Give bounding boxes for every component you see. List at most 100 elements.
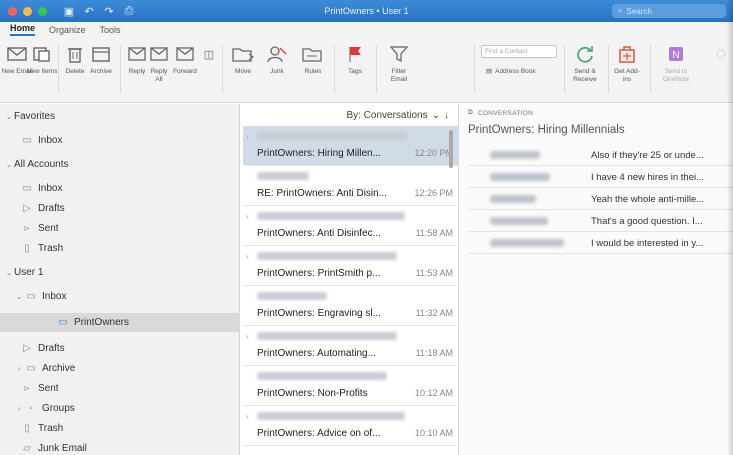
sync-icon: [574, 43, 596, 65]
message-item[interactable]: › PrintOwners: Hiring Millen... 12:20 PM: [243, 126, 459, 166]
sidebar-item-all-sent[interactable]: ▹ Sent: [20, 220, 58, 236]
message-subject: PrintOwners: Anti Disinfec...: [257, 228, 381, 239]
undo-icon[interactable]: ↶: [83, 5, 95, 18]
folder-label: Sent: [38, 382, 59, 394]
conversation-message-row[interactable]: Yeah the whole anti-mille...: [468, 188, 733, 210]
close-window-button[interactable]: [8, 6, 17, 16]
chevron-right-icon: ›: [246, 212, 249, 221]
drafts-icon: ▷: [23, 202, 31, 214]
conversation-message-row[interactable]: Also if they're 25 or unde...: [468, 144, 733, 166]
sidebar-item-user-groups[interactable]: › ◦ Groups: [14, 400, 75, 416]
tab-organize[interactable]: Organize: [49, 25, 86, 35]
find-contact-input[interactable]: Find a Contact: [481, 45, 557, 58]
sort-control[interactable]: By: Conversations ⌄ ↓: [243, 104, 459, 126]
delete-button[interactable]: Delete: [62, 43, 88, 76]
junk-button[interactable]: Junk: [262, 43, 292, 76]
sender-redacted: [257, 172, 309, 180]
folder-label: Trash: [38, 242, 64, 254]
message-time: 11:53 AM: [415, 268, 453, 278]
message-item[interactable]: › PrintOwners: Advice on of... 10:10 AM: [243, 406, 459, 446]
user-account-group[interactable]: ⌄ User 1: [4, 264, 44, 280]
send-to-onenote-button[interactable]: N Send to OneNote: [656, 43, 696, 84]
filter-email-button[interactable]: Filter Email: [381, 43, 417, 84]
conversation-message-row[interactable]: I would be interested in y...: [468, 232, 733, 254]
folder-pane: ⌄ Favorites ▭ Inbox ⌄ All Accounts ▭ Inb…: [0, 104, 240, 455]
meeting-icon[interactable]: ◫: [198, 43, 220, 65]
sidebar-item-user-archive[interactable]: › ▭ Archive: [14, 360, 76, 376]
address-book-button[interactable]: ▤ Address Book: [486, 67, 536, 76]
sort-label: By: Conversations: [346, 109, 428, 121]
conversation-message-row[interactable]: That's a good question. I...: [468, 210, 733, 232]
new-items-button[interactable]: New Items: [27, 43, 57, 76]
sidebar-item-user-inbox[interactable]: ⌄ ▭ Inbox: [14, 288, 67, 304]
get-addins-button[interactable]: Get Add-ins: [612, 43, 642, 84]
sidebar-item-all-inbox[interactable]: ▭ Inbox: [20, 180, 62, 196]
chevron-down-icon: ⌄: [5, 267, 13, 277]
message-subject: PrintOwners: Non-Profits: [257, 388, 368, 399]
reply-all-button[interactable]: Reply All: [148, 43, 170, 84]
message-list-scrollbar[interactable]: [449, 130, 453, 168]
search-input[interactable]: ⌕ Search: [612, 4, 726, 18]
sidebar-item-user-trash[interactable]: ▯ Trash: [20, 420, 63, 436]
print-icon[interactable]: ⎙: [123, 5, 135, 18]
ribbon-divider: [222, 45, 223, 93]
junk-label: Junk: [270, 68, 284, 75]
all-accounts-group[interactable]: ⌄ All Accounts: [4, 156, 69, 172]
message-item[interactable]: › PrintOwners: Anti Disinfec... 11:58 AM: [243, 206, 459, 246]
move-label: Move: [235, 68, 251, 75]
message-subject: PrintOwners: Engraving sl...: [257, 308, 381, 319]
move-button[interactable]: Move: [228, 43, 258, 76]
ribbon-divider: [474, 45, 475, 93]
send-receive-button[interactable]: Send & Receive: [568, 43, 602, 84]
message-item[interactable]: › PrintOwners: Automating... 11:18 AM: [243, 326, 459, 366]
forward-button[interactable]: Forward: [170, 43, 200, 76]
trash-icon: [64, 43, 86, 65]
window-edge-shadow: [727, 0, 733, 455]
tab-tools[interactable]: Tools: [100, 25, 121, 35]
sidebar-item-favorites-inbox[interactable]: ▭ Inbox: [20, 132, 62, 148]
sidebar-item-all-trash[interactable]: ▯ Trash: [20, 240, 63, 256]
folder-label: Inbox: [42, 290, 67, 302]
archive-button[interactable]: Archive: [86, 43, 116, 76]
send-to-onenote-label: Send to OneNote: [662, 68, 690, 83]
favorites-group[interactable]: ⌄ Favorites: [4, 108, 55, 124]
message-item[interactable]: › PrintOwners: PrintSmith p... 11:53 AM: [243, 246, 459, 286]
redo-icon[interactable]: ↷: [103, 5, 115, 18]
reply-button[interactable]: Reply: [125, 43, 149, 76]
sidebar-item-all-drafts[interactable]: ▷ Drafts: [20, 200, 65, 216]
junk-icon: ▱: [23, 442, 31, 454]
minimize-window-button[interactable]: [23, 6, 32, 16]
archive-icon: ▭: [26, 362, 36, 374]
folder-label: PrintOwners: [74, 316, 130, 328]
sender-redacted: [257, 332, 397, 340]
sender-redacted: [257, 372, 387, 380]
get-addins-label: Get Add-ins: [614, 68, 640, 83]
ribbon: New Email New Items Delete Archive Reply…: [0, 37, 733, 103]
tab-home[interactable]: Home: [10, 23, 36, 36]
folder-label: Trash: [38, 422, 64, 434]
sidebar-item-user-junk[interactable]: ▱ Junk Email: [20, 440, 87, 455]
sidebar-item-user-drafts[interactable]: ▷ Drafts: [20, 340, 65, 356]
rules-button[interactable]: Rules: [298, 43, 328, 76]
sidebar-item-printowners[interactable]: ▭ PrintOwners: [56, 314, 129, 330]
message-item[interactable]: PrintOwners: Non-Profits 10:12 AM: [243, 366, 459, 406]
folder-label: Archive: [42, 362, 76, 374]
conversation-header: ⧉ CONVERSATION: [468, 109, 533, 117]
chevron-down-icon: ⌄: [5, 159, 13, 169]
sort-direction-icon[interactable]: ↓: [444, 110, 449, 121]
tags-button[interactable]: Tags: [340, 43, 370, 76]
sidebar-item-user-sent[interactable]: ▹ Sent: [20, 380, 59, 396]
chevron-down-icon: ⌄: [5, 111, 13, 121]
chevron-right-icon: ›: [246, 252, 249, 261]
save-icon[interactable]: ▣: [63, 5, 75, 18]
message-item[interactable]: RE: PrintOwners: Anti Disin... 12:26 PM: [243, 166, 459, 206]
folder-label: Drafts: [38, 202, 65, 214]
sender-redacted: [490, 173, 550, 181]
message-subject: PrintOwners: Advice on of...: [257, 428, 381, 439]
ribbon-divider: [608, 45, 609, 93]
folder-label: Junk Email: [38, 442, 87, 454]
message-item[interactable]: PrintOwners: Engraving sl... 11:32 AM: [243, 286, 459, 326]
archive-label: Archive: [90, 68, 112, 75]
maximize-window-button[interactable]: [38, 6, 47, 16]
conversation-message-row[interactable]: I have 4 new hires in thei...: [468, 166, 733, 188]
